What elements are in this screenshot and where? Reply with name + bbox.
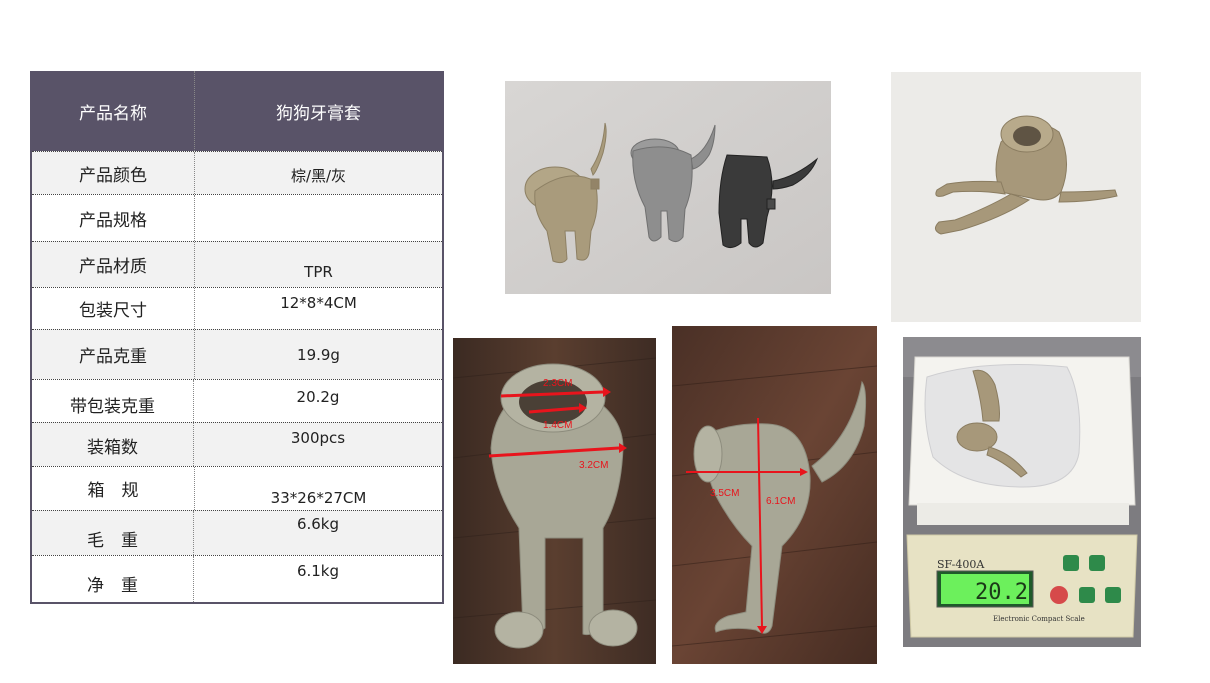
table-row: 产品颜色 棕/黑/灰 <box>32 151 442 194</box>
spec-table: 产品名称 狗狗牙膏套 产品颜色 棕/黑/灰 产品规格 产品材质 TPR 包装尺寸… <box>30 71 444 604</box>
row-label: 包装尺寸 <box>32 288 195 329</box>
row-value: 6.6kg <box>296 515 340 533</box>
measure-label: 3.2CM <box>579 460 608 471</box>
row-label: 产品规格 <box>32 195 195 241</box>
row-value: 12*8*4CM <box>280 294 357 312</box>
scale-brand: Electronic Compact Scale <box>993 615 1085 623</box>
product-top-photo <box>891 72 1141 322</box>
table-row: 装箱数 300pcs <box>32 422 442 466</box>
row-label: 装箱数 <box>32 423 194 466</box>
table-row: 产品材质 TPR <box>32 241 442 287</box>
row-label: 产品克重 <box>32 330 195 379</box>
table-header: 产品名称 狗狗牙膏套 <box>32 71 442 151</box>
table-row: 毛 重 6.6kg <box>32 510 442 555</box>
row-value: 6.1kg <box>296 562 340 580</box>
scale-reading: 20.2 <box>975 580 1028 605</box>
measure-label: 1.4CM <box>543 420 572 431</box>
row-label: 净 重 <box>32 556 194 602</box>
row-label: 产品材质 <box>32 242 195 287</box>
row-value: 棕/黑/灰 <box>290 166 347 185</box>
row-value: 19.9g <box>297 345 340 364</box>
row-label: 箱 规 <box>32 467 195 510</box>
measure-label: 2.3CM <box>543 378 572 389</box>
scale-model: SF-400A <box>937 558 985 571</box>
table-row: 产品规格 <box>32 194 442 241</box>
header-value: 狗狗牙膏套 <box>276 103 361 124</box>
row-value: 300pcs <box>290 429 346 447</box>
header-label: 产品名称 <box>32 71 195 151</box>
table-row: 产品克重 19.9g <box>32 329 442 379</box>
table-row: 包装尺寸 12*8*4CM <box>32 287 442 329</box>
table-row: 净 重 6.1kg <box>32 555 442 602</box>
row-label: 产品颜色 <box>32 152 195 194</box>
row-value <box>195 195 442 241</box>
row-value: TPR <box>304 263 333 281</box>
scale-photo: SF-400A 20.2 Electronic Compact Scale <box>903 337 1141 647</box>
table-row: 带包装克重 20.2g <box>32 379 442 422</box>
table-row: 箱 规 33*26*27CM <box>32 466 442 510</box>
row-label: 毛 重 <box>32 511 194 555</box>
front-measure-photo: 2.3CM 1.4CM 3.2CM <box>453 338 656 664</box>
row-label: 带包装克重 <box>32 380 194 422</box>
row-value: 33*26*27CM <box>270 489 367 507</box>
measure-label: 3.5CM <box>710 488 739 499</box>
product-colors-photo <box>505 81 831 294</box>
side-measure-photo: 3.5CM 6.1CM <box>672 326 877 664</box>
row-value: 20.2g <box>296 388 340 406</box>
measure-label: 6.1CM <box>766 496 795 507</box>
